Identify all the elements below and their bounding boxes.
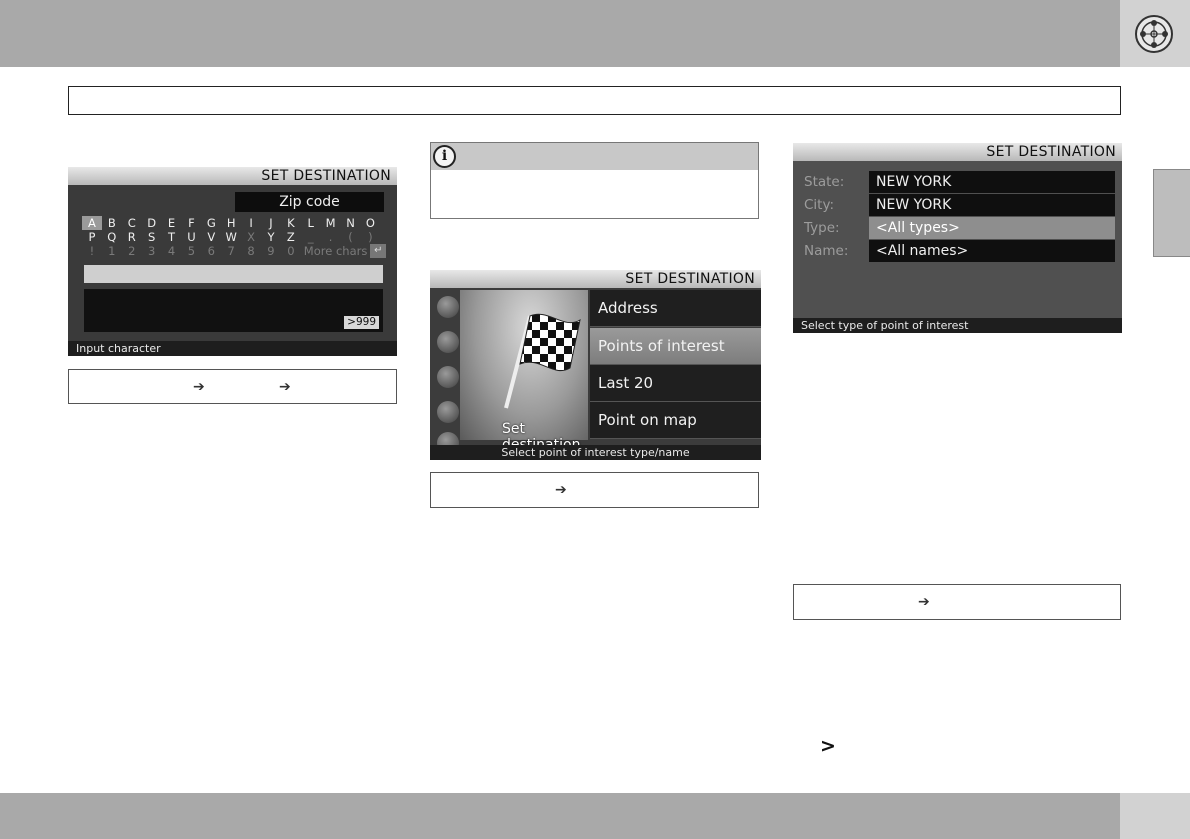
screen-header: SET DESTINATION: [793, 143, 1122, 161]
keyboard-key[interactable]: 8: [241, 244, 261, 258]
note-box: i: [430, 142, 759, 219]
keyboard-key[interactable]: 0: [281, 244, 301, 258]
keyboard-key[interactable]: 1: [102, 244, 122, 258]
keyboard-key[interactable]: 3: [142, 244, 162, 258]
status-line: Select point of interest type/name: [430, 445, 761, 460]
checkered-flag-icon: [504, 313, 581, 409]
keyboard-key[interactable]: .: [321, 230, 341, 244]
menu-orb-icon[interactable]: [437, 331, 459, 353]
keyboard-key[interactable]: J: [261, 216, 281, 230]
continued-chevron-icon: >: [820, 735, 836, 757]
path-arrow-icon: ➔: [555, 482, 567, 498]
keyboard-key[interactable]: V: [201, 230, 221, 244]
keyboard-row-digits: ! 1 2 3 4 5 6 7 8 9 0 More chars ↵: [82, 244, 387, 258]
keyboard-key[interactable]: 5: [181, 244, 201, 258]
keyboard-key[interactable]: (: [341, 230, 361, 244]
type-label: Type:: [804, 220, 840, 236]
city-field[interactable]: NEW YORK: [869, 194, 1115, 216]
menu-path-box: ➔ ➔: [68, 369, 397, 404]
keyboard-key[interactable]: X: [241, 230, 261, 244]
keyboard-key[interactable]: K: [281, 216, 301, 230]
keyboard-key[interactable]: T: [162, 230, 182, 244]
keyboard-row-letters-2: P Q R S T U V W X Y Z _.(): [82, 230, 380, 244]
city-label: City:: [804, 197, 835, 213]
keyboard-key[interactable]: G: [201, 216, 221, 230]
keyboard-key[interactable]: P: [82, 230, 102, 244]
keyboard-key[interactable]: E: [162, 216, 182, 230]
keyboard-key[interactable]: _: [301, 230, 321, 244]
name-field[interactable]: <All names>: [869, 240, 1115, 262]
keyboard-key[interactable]: 6: [201, 244, 221, 258]
keyboard-key[interactable]: C: [122, 216, 142, 230]
poi-search-screen: SET DESTINATION State: NEW YORK City: NE…: [793, 143, 1122, 333]
keyboard-key[interactable]: R: [122, 230, 142, 244]
keyboard-key[interactable]: B: [102, 216, 122, 230]
keyboard-key[interactable]: W: [221, 230, 241, 244]
set-destination-menu-screen: SET DESTINATION Set destination Address …: [430, 270, 761, 460]
more-chars-key[interactable]: More chars: [301, 244, 371, 258]
name-label: Name:: [804, 243, 849, 259]
wheel-logo-icon: [1134, 14, 1174, 54]
keyboard-key[interactable]: ): [360, 230, 380, 244]
keyboard-row-letters-1: ABCDEFGHIJKLMNO: [82, 216, 380, 230]
character-input-field[interactable]: [84, 265, 383, 283]
enter-key-icon[interactable]: ↵: [370, 244, 387, 258]
keyboard-key[interactable]: O: [360, 216, 380, 230]
section-title-bar: [68, 86, 1121, 115]
destination-flag-panel: Set destination: [460, 290, 588, 453]
state-label: State:: [804, 174, 845, 190]
keyboard-key[interactable]: A: [82, 216, 102, 230]
keyboard-key[interactable]: !: [82, 244, 102, 258]
keyboard-key[interactable]: F: [181, 216, 201, 230]
note-header: i: [431, 143, 758, 170]
keyboard-key[interactable]: D: [142, 216, 162, 230]
menu-item-point-on-map[interactable]: Point on map: [590, 402, 761, 439]
menu-orb-icon[interactable]: [437, 401, 459, 423]
type-field[interactable]: <All types>: [869, 217, 1115, 239]
state-field[interactable]: NEW YORK: [869, 171, 1115, 193]
footer-band: [0, 793, 1120, 839]
footer-corner-block: [1120, 793, 1190, 839]
menu-path-box: ➔: [793, 584, 1121, 620]
keyboard-key[interactable]: M: [321, 216, 341, 230]
keyboard-key[interactable]: Y: [261, 230, 281, 244]
keyboard-key[interactable]: 9: [261, 244, 281, 258]
top-header-band: [0, 0, 1120, 67]
keyboard-key[interactable]: Z: [281, 230, 301, 244]
result-list: >999: [84, 289, 383, 332]
menu-item-last-20[interactable]: Last 20: [590, 365, 761, 402]
keyboard-key[interactable]: H: [221, 216, 241, 230]
keyboard-key[interactable]: Q: [102, 230, 122, 244]
result-count-badge: >999: [344, 316, 379, 329]
zip-code-label: Zip code: [235, 192, 384, 212]
keyboard-key[interactable]: U: [181, 230, 201, 244]
path-arrow-icon: ➔: [918, 594, 930, 610]
screen-header: SET DESTINATION: [430, 270, 761, 288]
keyboard-key[interactable]: S: [142, 230, 162, 244]
keyboard-key[interactable]: 7: [221, 244, 241, 258]
keyboard-key[interactable]: 4: [162, 244, 182, 258]
menu-orb-icon[interactable]: [437, 296, 459, 318]
menu-item-address[interactable]: Address: [590, 290, 761, 327]
keyboard-key[interactable]: N: [341, 216, 361, 230]
keyboard-key[interactable]: 2: [122, 244, 142, 258]
status-line: Input character: [68, 341, 397, 356]
status-line: Select type of point of interest: [793, 318, 1122, 333]
keyboard-key[interactable]: I: [241, 216, 261, 230]
path-arrow-icon: ➔: [193, 378, 205, 395]
chapter-side-tab[interactable]: [1153, 169, 1190, 257]
zip-code-input-screen: SET DESTINATION Zip code ABCDEFGHIJKLMNO…: [68, 167, 397, 356]
screen-header: SET DESTINATION: [68, 167, 397, 185]
menu-path-box: ➔: [430, 472, 759, 508]
menu-item-points-of-interest[interactable]: Points of interest: [590, 328, 761, 365]
menu-orb-icon[interactable]: [437, 366, 459, 388]
path-arrow-icon: ➔: [279, 378, 291, 395]
keyboard-key[interactable]: L: [301, 216, 321, 230]
info-icon: i: [433, 145, 456, 168]
